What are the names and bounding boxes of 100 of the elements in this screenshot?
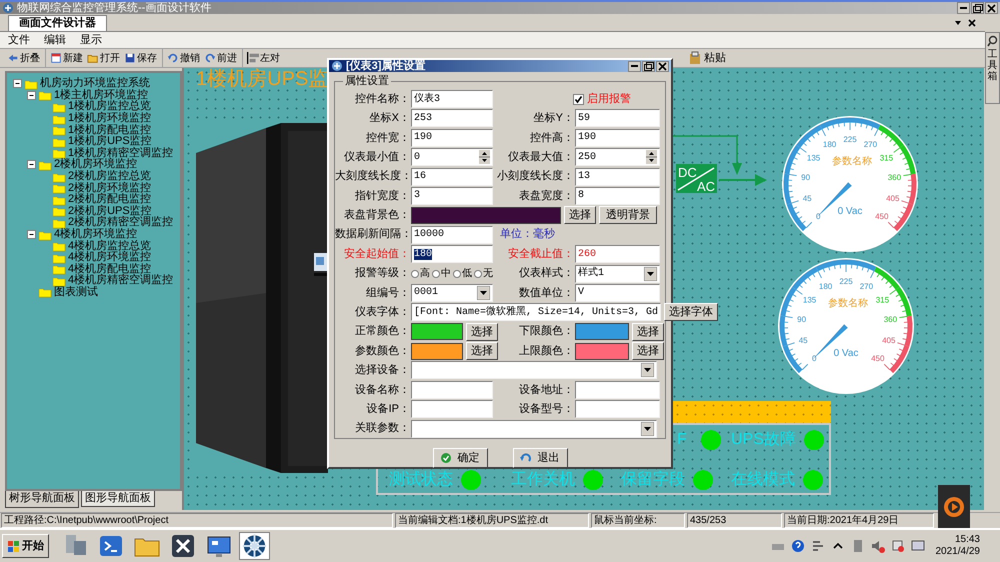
- tree-item[interactable]: 2楼机房配电监控: [68, 194, 152, 206]
- dialog-title: [仪表3]属性设置: [346, 60, 426, 72]
- input-field[interactable]: 16: [411, 168, 493, 186]
- dialog-button[interactable]: 透明背景: [599, 206, 657, 224]
- toolbar-button[interactable]: 撤销: [162, 49, 201, 67]
- input-field[interactable]: V: [575, 284, 660, 302]
- input-field[interactable]: 180: [411, 245, 493, 264]
- tree-item[interactable]: 2楼机房环境监控: [68, 182, 152, 194]
- dialog-button[interactable]: 选择字体: [664, 303, 718, 322]
- status-label: 测试状态: [389, 470, 453, 490]
- converter-label: AC: [696, 179, 715, 193]
- scale-label: 225: [843, 135, 857, 144]
- field-label: 表盘背景色：: [343, 208, 411, 224]
- dialog-button[interactable]: 退出: [512, 448, 568, 468]
- dialog-button[interactable]: 确定: [432, 448, 488, 468]
- dropdown-field[interactable]: 样式1: [575, 264, 660, 283]
- scale-label: 45: [798, 336, 808, 345]
- dialog-button[interactable]: 选择: [466, 342, 498, 360]
- tree-item[interactable]: 4楼机房环境监控: [54, 229, 138, 240]
- scale-label: 405: [882, 336, 896, 345]
- tree-item[interactable]: 2楼机房环境监控: [54, 159, 138, 170]
- field-label: 仪表最大值：: [507, 150, 575, 165]
- field-label: 控件高：: [529, 130, 575, 146]
- status-label: UPS故障: [731, 430, 796, 450]
- menu-item[interactable]: 文件: [8, 32, 30, 48]
- field-label: 仪表最小值：: [343, 150, 411, 165]
- dialog-button[interactable]: 选择: [466, 322, 498, 341]
- tree-item[interactable]: 2楼机房监控总览: [68, 171, 152, 182]
- input-field[interactable]: 10000: [411, 226, 493, 244]
- field-label: 组编号：: [365, 286, 411, 301]
- input-field[interactable]: 190: [411, 128, 493, 147]
- scale-label: 0: [816, 212, 820, 221]
- radio-label: 无: [483, 267, 493, 282]
- tree-item[interactable]: 4楼机房监控总览: [68, 240, 152, 252]
- toolbar-button[interactable]: 保存: [123, 49, 158, 67]
- status-label: F: [677, 430, 687, 450]
- start-button[interactable]: 开始: [2, 534, 49, 558]
- input-field[interactable]: 250: [575, 148, 660, 166]
- toolbar-button[interactable]: 左对: [242, 49, 281, 67]
- input-field[interactable]: 0: [411, 148, 493, 166]
- field-label: 表盘宽度：: [518, 188, 575, 204]
- toolbar-button[interactable]: 新建: [45, 49, 84, 67]
- radio-label: 高: [420, 266, 430, 282]
- tree-item[interactable]: 机房动力环境监控系统: [40, 78, 150, 90]
- input-field[interactable]: 3: [411, 186, 493, 205]
- scale-label: 180: [818, 282, 832, 291]
- input-field[interactable]: 8: [575, 186, 660, 205]
- field-label: 大刻度线长度：: [335, 168, 411, 184]
- scale-label: 450: [875, 212, 888, 221]
- field-label: 仪表样式：: [518, 266, 575, 282]
- toolbox-tab[interactable]: 工具箱: [985, 32, 1000, 104]
- toolbar-button[interactable]: 粘贴: [686, 49, 728, 67]
- dialog-button[interactable]: 选择: [564, 206, 596, 224]
- tree-item[interactable]: 2楼机房UPS监控: [68, 206, 152, 217]
- toolbar-button[interactable]: 打开: [86, 49, 121, 67]
- field-label: 指针宽度：: [354, 188, 411, 204]
- input-field[interactable]: 13: [575, 168, 660, 186]
- field-label: 下限颜色：: [518, 324, 575, 340]
- field-label: 设备型号：: [518, 402, 575, 417]
- canvas-title: 1楼机房UPS监: [196, 68, 328, 90]
- scale-label: 180: [822, 140, 836, 149]
- panel-tab[interactable]: 树形导航面板: [5, 491, 79, 508]
- input-field[interactable]: 仪表3: [411, 90, 493, 108]
- tree-item[interactable]: 1楼主机房环境监控: [54, 90, 148, 101]
- field-label: 控件名称：: [354, 92, 411, 107]
- field-label: 参数颜色：: [354, 344, 411, 359]
- field-label: 安全截止值：: [507, 246, 575, 262]
- dialog-button[interactable]: 选择: [632, 322, 664, 341]
- input-field[interactable]: [Font: Name=微软雅黑, Size=14, Units=3, Gd: [411, 303, 662, 322]
- input-field[interactable]: 190: [575, 128, 660, 147]
- field-label: 选择设备：: [354, 363, 411, 378]
- input-field[interactable]: 59: [575, 109, 660, 128]
- field-label: 设备地址：: [518, 382, 575, 398]
- toolbar-button[interactable]: 前进: [203, 49, 238, 67]
- tree-item[interactable]: 1楼机房UPS监控: [68, 136, 152, 148]
- field-label: 设备IP：: [366, 402, 411, 417]
- tree-item[interactable]: 1楼机房精密空调监控: [68, 148, 174, 159]
- unit-note: 单位：毫秒: [500, 226, 555, 242]
- toolbar-button[interactable]: 折叠: [6, 49, 41, 67]
- panel-tab[interactable]: 图形导航面板: [81, 491, 155, 507]
- dialog-button[interactable]: 选择: [632, 342, 664, 360]
- input-field[interactable]: 253: [411, 109, 493, 128]
- field-label: 数值单位：: [518, 286, 575, 301]
- status-field: 当前编辑文档:1楼机房UPS监控.dt: [395, 513, 589, 528]
- dropdown-field[interactable]: 0001: [411, 284, 493, 302]
- input-field[interactable]: 260: [575, 245, 660, 264]
- tree-item[interactable]: 4楼机房配电监控: [68, 264, 152, 275]
- tree-item[interactable]: 4楼机房环境监控: [68, 252, 152, 264]
- group-label: 属性设置: [343, 74, 391, 88]
- tree-item[interactable]: 2楼机房精密空调监控: [68, 217, 174, 228]
- tree-item[interactable]: 1楼机房配电监控: [68, 124, 152, 136]
- tree-item[interactable]: 4楼机房精密空调监控: [68, 275, 174, 286]
- tree-item[interactable]: 1楼机房监控总览: [68, 101, 152, 112]
- tree-item[interactable]: 图表测试: [54, 286, 98, 298]
- tree-item[interactable]: 1楼机房环境监控: [68, 113, 152, 124]
- menu-item[interactable]: 显示: [80, 32, 102, 48]
- field-label: 上限颜色：: [518, 344, 575, 359]
- field-label: 小刻度线长度：: [496, 168, 575, 184]
- menu-item[interactable]: 编辑: [44, 32, 66, 48]
- document-tab[interactable]: 画面文件设计器: [8, 15, 107, 31]
